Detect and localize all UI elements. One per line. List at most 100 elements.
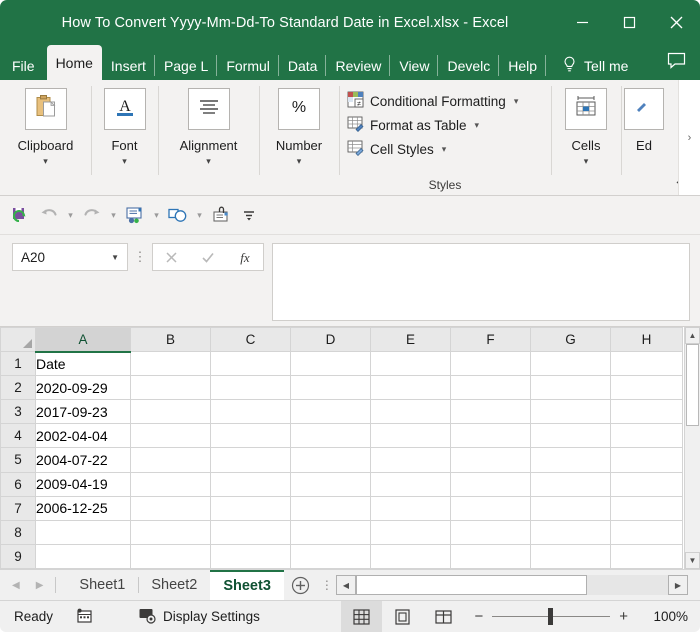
cell-e1[interactable] — [371, 352, 451, 376]
cell-c9[interactable] — [211, 544, 291, 568]
ribbon-group-clipboard[interactable]: Clipboard ▾ — [0, 80, 91, 195]
cell-c3[interactable] — [211, 400, 291, 424]
column-header-e[interactable]: E — [371, 328, 451, 352]
sheet-tab-sheet2[interactable]: Sheet2 — [138, 570, 210, 600]
cell-a1[interactable]: Date — [36, 352, 131, 376]
ribbon-group-styles[interactable]: ≠ Conditional Formatting ▾ Format as Tab… — [339, 80, 551, 195]
prev-sheet-icon[interactable]: ◀ — [12, 580, 20, 591]
tab-formulas[interactable]: Formul — [217, 51, 279, 80]
cell-e7[interactable] — [371, 496, 451, 520]
cell-d1[interactable] — [291, 352, 371, 376]
cell-b2[interactable] — [131, 376, 211, 400]
conditional-formatting-chevron-down-icon[interactable]: ▾ — [514, 96, 519, 107]
sheet-tab-grip[interactable]: ⋮ — [318, 570, 336, 600]
alignment-button[interactable] — [188, 88, 230, 130]
cell-a3[interactable]: 2017-09-23 — [36, 400, 131, 424]
cell-b7[interactable] — [131, 496, 211, 520]
column-header-h[interactable]: H — [611, 328, 683, 352]
cell-styles-button[interactable]: Cell Styles ▾ — [347, 137, 446, 161]
cell-c8[interactable] — [211, 520, 291, 544]
cell-e4[interactable] — [371, 424, 451, 448]
scroll-right-button[interactable]: ▶ — [668, 575, 688, 595]
cell-b8[interactable] — [131, 520, 211, 544]
row-header-5[interactable]: 5 — [1, 448, 36, 472]
normal-view-button[interactable] — [341, 601, 382, 632]
ribbon-scroll-right-button[interactable]: › — [678, 80, 700, 195]
cell-g3[interactable] — [531, 400, 611, 424]
tab-insert[interactable]: Insert — [102, 51, 155, 80]
shapes-icon[interactable] — [165, 202, 191, 228]
sheet-tab-sheet1[interactable]: Sheet1 — [66, 570, 138, 600]
cell-b3[interactable] — [131, 400, 211, 424]
column-header-g[interactable]: G — [531, 328, 611, 352]
cell-h8[interactable] — [611, 520, 683, 544]
cell-g6[interactable] — [531, 472, 611, 496]
cell-a5[interactable]: 2004-07-22 — [36, 448, 131, 472]
cell-c7[interactable] — [211, 496, 291, 520]
cell-a9[interactable] — [36, 544, 131, 568]
cell-a8[interactable] — [36, 520, 131, 544]
shapes-chevron-down-icon[interactable]: ▾ — [193, 202, 206, 228]
page-layout-view-button[interactable] — [382, 601, 423, 632]
cell-g1[interactable] — [531, 352, 611, 376]
cell-d2[interactable] — [291, 376, 371, 400]
row-header-4[interactable]: 4 — [1, 424, 36, 448]
ribbon-group-number[interactable]: % Number ▾ — [259, 80, 339, 195]
undo-chevron-down-icon[interactable]: ▾ — [64, 202, 77, 228]
cell-c4[interactable] — [211, 424, 291, 448]
cell-a4[interactable]: 2002-04-04 — [36, 424, 131, 448]
zoom-slider-thumb[interactable] — [548, 608, 553, 625]
clipboard-button[interactable] — [25, 88, 67, 130]
scroll-up-button[interactable]: ▲ — [685, 327, 700, 344]
name-box[interactable]: A20 ▼ — [12, 243, 128, 271]
cell-c2[interactable] — [211, 376, 291, 400]
cell-f3[interactable] — [451, 400, 531, 424]
cell-b4[interactable] — [131, 424, 211, 448]
cell-c5[interactable] — [211, 448, 291, 472]
cell-g9[interactable] — [531, 544, 611, 568]
cell-f9[interactable] — [451, 544, 531, 568]
save-sync-icon[interactable] — [8, 202, 34, 228]
conditional-formatting-button[interactable]: ≠ Conditional Formatting ▾ — [347, 89, 518, 113]
cell-f1[interactable] — [451, 352, 531, 376]
cell-e6[interactable] — [371, 472, 451, 496]
cell-g2[interactable] — [531, 376, 611, 400]
cancel-x-icon[interactable] — [156, 250, 186, 265]
row-header-9[interactable]: 9 — [1, 544, 36, 568]
column-header-c[interactable]: C — [211, 328, 291, 352]
cells-chevron-down-icon[interactable]: ▾ — [584, 157, 589, 166]
redo-chevron-down-icon[interactable]: ▾ — [107, 202, 120, 228]
cell-h7[interactable] — [611, 496, 683, 520]
next-sheet-icon[interactable]: ▶ — [36, 580, 44, 591]
cell-h4[interactable] — [611, 424, 683, 448]
cell-f8[interactable] — [451, 520, 531, 544]
cell-c1[interactable] — [211, 352, 291, 376]
row-header-3[interactable]: 3 — [1, 400, 36, 424]
cell-d9[interactable] — [291, 544, 371, 568]
minimize-button[interactable] — [559, 0, 606, 45]
cell-d4[interactable] — [291, 424, 371, 448]
zoom-level-label[interactable]: 100% — [636, 609, 700, 624]
cell-a6[interactable]: 2009-04-19 — [36, 472, 131, 496]
column-header-b[interactable]: B — [131, 328, 211, 352]
cell-e8[interactable] — [371, 520, 451, 544]
cell-d5[interactable] — [291, 448, 371, 472]
customize-qat-icon[interactable] — [236, 202, 262, 228]
alignment-chevron-down-icon[interactable]: ▾ — [206, 157, 211, 166]
format-as-table-button[interactable]: Format as Table ▾ — [347, 113, 479, 137]
attach-file-icon[interactable] — [208, 202, 234, 228]
cell-f6[interactable] — [451, 472, 531, 496]
worksheet-grid[interactable]: A B C D E F G H 1 Date — [0, 327, 700, 569]
cell-f7[interactable] — [451, 496, 531, 520]
ribbon-group-font[interactable]: A Font ▾ — [91, 80, 158, 195]
formula-bar-grip[interactable]: ⋮ — [128, 243, 152, 271]
horizontal-scroll-thumb[interactable] — [356, 575, 587, 595]
tab-help[interactable]: Help — [499, 51, 546, 80]
vertical-scroll-thumb[interactable] — [686, 344, 699, 426]
cell-f5[interactable] — [451, 448, 531, 472]
cell-b6[interactable] — [131, 472, 211, 496]
cell-b9[interactable] — [131, 544, 211, 568]
tell-me-search[interactable]: Tell me — [552, 51, 638, 80]
column-header-a[interactable]: A — [36, 328, 131, 352]
column-header-f[interactable]: F — [451, 328, 531, 352]
